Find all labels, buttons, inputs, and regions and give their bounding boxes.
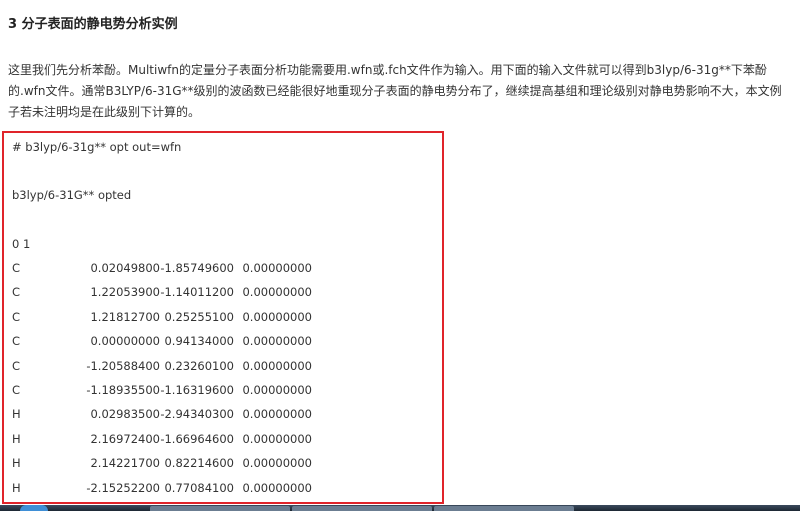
title-line: b3lyp/6-31G** opted: [12, 188, 132, 202]
section-heading: 3 分子表面的静电势分析实例: [8, 17, 178, 32]
atom-row: C 0.00000000 0.94134000 0.00000000: [4, 334, 444, 348]
atom-z-coordinate: 0.00000000: [242, 358, 312, 373]
intro-paragraph: 这里我们先分析苯酚。Multiwfn的定量分子表面分析功能需要用.wfn或.fc…: [8, 60, 792, 123]
atom-element: C: [12, 334, 21, 349]
atom-row: H 0.02983500 -2.94340300 0.00000000: [4, 407, 444, 421]
atom-row: C 1.22053900 -1.14011200 0.00000000: [4, 285, 444, 299]
atom-x-coordinate: 2.14221700: [90, 456, 160, 471]
atom-element: C: [12, 261, 21, 275]
taskbar-window-button[interactable]: [434, 506, 574, 511]
atom-x-coordinate: 1.22053900: [90, 285, 160, 300]
atom-z-coordinate: 0.00000000: [242, 383, 312, 397]
atom-y-coordinate: -1.66964600: [160, 431, 234, 446]
atom-element: C: [12, 358, 21, 373]
start-button[interactable]: [20, 505, 48, 511]
gaussian-input-block: # b3lyp/6-31g** opt out=wfn b3lyp/6-31G*…: [2, 131, 444, 504]
atom-y-coordinate: -2.94340300: [160, 407, 234, 422]
atom-element: C: [12, 309, 21, 324]
atom-y-coordinate: 0.82214600: [164, 456, 234, 471]
atom-x-coordinate: -1.18935500: [86, 383, 160, 397]
atom-row: C -1.18935500 -1.16319600 0.00000000: [4, 383, 444, 397]
atom-row: C 1.21812700 0.25255100 0.00000000: [4, 310, 444, 324]
paragraph-line-2: 的.wfn文件。通常B3LYP/6-31G**级别的波函数已经能很好地重现分子表…: [8, 84, 782, 98]
atom-y-coordinate: 0.94134000: [164, 334, 234, 349]
atom-row: H 2.16972400 -1.66964600 0.00000000: [4, 432, 444, 446]
route-line: # b3lyp/6-31g** opt out=wfn: [12, 140, 182, 154]
atom-element: H: [12, 407, 21, 422]
atom-x-coordinate: 0.02049800: [90, 261, 160, 275]
paragraph-line-1: 这里我们先分析苯酚。Multiwfn的定量分子表面分析功能需要用.wfn或.fc…: [8, 63, 767, 77]
atom-x-coordinate: -1.20588400: [86, 358, 160, 373]
atom-y-coordinate: -1.85749600: [160, 261, 234, 275]
atom-row: C 0.02049800 -1.85749600 0.00000000: [4, 261, 444, 275]
paragraph-line-3: 子若未注明均是在此级别下计算的。: [8, 105, 201, 119]
atom-row: C -1.20588400 0.23260100 0.00000000: [4, 359, 444, 373]
atom-x-coordinate: -2.15252200: [86, 480, 160, 495]
article-content: 3 分子表面的静电势分析实例 这里我们先分析苯酚。Multiwfn的定量分子表面…: [0, 0, 800, 505]
atom-z-coordinate: 0.00000000: [242, 480, 312, 495]
atom-z-coordinate: 0.00000000: [242, 456, 312, 471]
atom-z-coordinate: 0.00000000: [242, 309, 312, 324]
atom-y-coordinate: -1.14011200: [160, 285, 234, 300]
atom-z-coordinate: 0.00000000: [242, 431, 312, 446]
atom-element: H: [12, 431, 21, 446]
atom-x-coordinate: 0.02983500: [90, 407, 160, 422]
atom-z-coordinate: 0.00000000: [242, 334, 312, 349]
atom-z-coordinate: 0.00000000: [242, 285, 312, 300]
atom-y-coordinate: 0.23260100: [164, 358, 234, 373]
atom-element: H: [12, 480, 21, 495]
taskbar-window-button[interactable]: [150, 506, 290, 511]
atom-x-coordinate: 0.00000000: [90, 334, 160, 349]
os-taskbar: [0, 505, 800, 511]
atom-y-coordinate: 0.77084100: [164, 480, 234, 495]
taskbar-window-button[interactable]: [292, 506, 432, 511]
atom-element: C: [12, 285, 21, 300]
atom-x-coordinate: 1.21812700: [90, 309, 160, 324]
atom-z-coordinate: 0.00000000: [242, 261, 312, 275]
atom-element: C: [12, 383, 21, 397]
atom-element: H: [12, 456, 21, 471]
atom-y-coordinate: 0.25255100: [164, 309, 234, 324]
atom-row: H -2.15252200 0.77084100 0.00000000: [4, 481, 444, 495]
charge-multiplicity-line: 0 1: [12, 237, 31, 251]
atom-x-coordinate: 2.16972400: [90, 431, 160, 446]
atom-y-coordinate: -1.16319600: [160, 383, 234, 397]
atom-z-coordinate: 0.00000000: [242, 407, 312, 422]
atom-row: H 2.14221700 0.82214600 0.00000000: [4, 456, 444, 470]
